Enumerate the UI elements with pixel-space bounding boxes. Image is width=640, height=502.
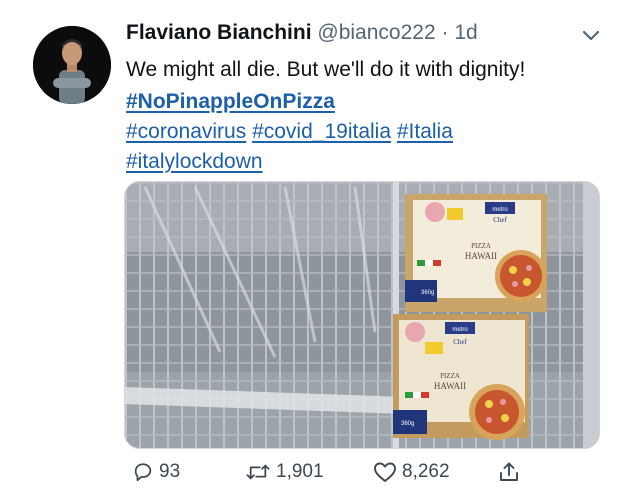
tweet-action-bar: 93 1,901 8,262	[0, 452, 640, 492]
box-product: PIZZA	[440, 372, 460, 380]
like-icon	[374, 462, 396, 482]
tweet-header: Flaviano Bianchini @bianco222 · 1d	[126, 19, 478, 47]
hashtag-link[interactable]: #Italia	[397, 120, 453, 143]
author-handle[interactable]: @bianco222	[317, 21, 435, 44]
box-sub-brand: Chef	[453, 338, 467, 346]
pizza-box: metro Chef PIZZA HAWAII 360g	[405, 194, 547, 312]
box-variety: HAWAII	[434, 381, 466, 391]
hashtag-link[interactable]: #NoPinappleOnPizza	[126, 90, 335, 113]
avatar-photo	[33, 26, 111, 104]
box-sub-brand: Chef	[493, 216, 507, 224]
tweet-text: We might all die. But we'll do it with d…	[126, 58, 526, 81]
box-brand: metro	[492, 207, 508, 213]
share-button[interactable]	[497, 452, 521, 492]
reply-button[interactable]: 93	[132, 452, 180, 492]
hashtag-link[interactable]: #covid_19italia	[252, 120, 391, 143]
box-brand: metro	[452, 327, 468, 333]
box-weight: 360g	[421, 290, 434, 296]
box-weight: 360g	[401, 421, 414, 427]
like-count: 8,262	[402, 461, 450, 482]
supermarket-shelf-photo: metro Chef PIZZA HAWAII 360g metro Chef	[125, 182, 599, 448]
share-icon	[500, 462, 518, 481]
hashtag-link[interactable]: #coronavirus	[126, 120, 246, 143]
hashtag-link[interactable]: #italylockdown	[126, 150, 263, 173]
box-variety: HAWAII	[465, 251, 497, 261]
reply-count: 93	[159, 461, 181, 482]
chevron-down-icon[interactable]	[578, 24, 604, 46]
pizza-box: metro Chef PIZZA HAWAII 360g	[393, 314, 529, 440]
retweet-icon	[246, 464, 270, 480]
reply-icon	[134, 463, 152, 482]
retweet-button[interactable]: 1,901	[245, 452, 324, 492]
avatar[interactable]	[33, 26, 111, 104]
author-name[interactable]: Flaviano Bianchini	[126, 21, 312, 44]
retweet-count: 1,901	[276, 461, 324, 482]
tweet-age[interactable]: 1d	[454, 21, 477, 44]
box-product: PIZZA	[471, 242, 491, 250]
like-button[interactable]: 8,262	[373, 452, 450, 492]
tweet-photo[interactable]: metro Chef PIZZA HAWAII 360g metro Chef	[124, 181, 600, 449]
separator: ·	[441, 21, 449, 44]
